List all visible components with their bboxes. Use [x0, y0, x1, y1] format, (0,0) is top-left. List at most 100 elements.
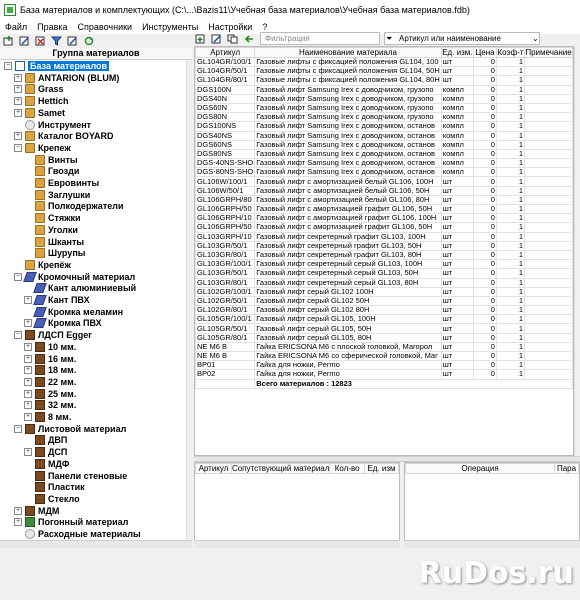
- chevron-down-icon[interactable]: ⌄: [532, 34, 539, 43]
- tree-item[interactable]: Шканты: [24, 236, 84, 248]
- menu-item-3[interactable]: Инструменты: [137, 22, 203, 32]
- operations-panel[interactable]: Операция Пара: [404, 462, 580, 548]
- tree-item[interactable]: − Листовой материал: [14, 423, 126, 435]
- tree-item[interactable]: Кант алюминиевый: [24, 282, 136, 294]
- tree-item[interactable]: +32 мм.: [24, 399, 76, 411]
- table-row[interactable]: GL104GR/100/1 Газовые лифты с фиксацией п…: [195, 56, 573, 68]
- expand-icon[interactable]: +: [14, 73, 22, 82]
- edit-material-icon[interactable]: [210, 33, 224, 45]
- table-row[interactable]: DGS80N Газовый лифт Samsung Irex с доводч…: [195, 112, 573, 123]
- table-row[interactable]: GL103GR/80/1 Газовый лифт секретерный сер…: [195, 277, 573, 288]
- tree-item[interactable]: Уголки: [24, 224, 78, 236]
- tree-item[interactable]: + Grass: [14, 83, 64, 95]
- expand-icon[interactable]: +: [24, 319, 32, 328]
- collapse-icon[interactable]: −: [14, 143, 22, 152]
- column-header[interactable]: Сопутствующий материал: [230, 463, 331, 474]
- table-row[interactable]: GL106GRPH/50 Газовый лифт с амортизацией …: [195, 203, 573, 215]
- table-row[interactable]: NE M6 B Гайка ERICSONA M6 со сферической …: [195, 350, 573, 362]
- expand-icon[interactable]: +: [24, 401, 32, 410]
- menu-item-4[interactable]: Настройки: [203, 22, 257, 32]
- column-header[interactable]: Артикул: [195, 47, 256, 58]
- tree-scrollbar[interactable]: [186, 60, 192, 540]
- tree-item[interactable]: +25 мм.: [24, 388, 76, 400]
- tree-item[interactable]: Стекло: [24, 493, 80, 505]
- table-row[interactable]: GL102GR/80/1 Газовый лифт серый GL102 80Н…: [195, 305, 573, 316]
- related-horizontal-scrollbar[interactable]: [194, 540, 400, 548]
- expand-icon[interactable]: +: [14, 108, 22, 117]
- table-row[interactable]: DGS60N Газовый лифт Samsung Irex с доводч…: [195, 102, 573, 114]
- filter-tree-icon[interactable]: [50, 35, 64, 47]
- column-header[interactable]: Кол-во: [329, 463, 365, 474]
- tree-item[interactable]: Шурупы: [24, 247, 85, 259]
- tree-item[interactable]: + Кромка ПВХ: [24, 317, 102, 329]
- menu-item-5[interactable]: ?: [257, 22, 272, 32]
- expand-icon[interactable]: +: [24, 413, 32, 421]
- table-row[interactable]: GL103GR/100/1 Газовый лифт секретерный се…: [195, 259, 573, 270]
- table-row[interactable]: DGS-40NS-SHO Газовый лифт Samsung Irex с …: [195, 158, 573, 169]
- tree-horizontal-scrollbar[interactable]: [0, 540, 192, 548]
- table-row[interactable]: GL102GR/50/1 Газовый лифт серый GL102 50Н…: [195, 295, 573, 307]
- expand-icon[interactable]: +: [24, 296, 32, 304]
- expand-icon[interactable]: +: [24, 366, 32, 375]
- tree-item[interactable]: +10 мм.: [24, 341, 76, 353]
- tree-item[interactable]: МДФ: [24, 458, 69, 470]
- add-group-icon[interactable]: [2, 35, 16, 47]
- expand-icon[interactable]: +: [14, 132, 22, 141]
- tree-item[interactable]: − Кромочный материал: [14, 271, 135, 283]
- table-row[interactable]: GL105GR/80/1 Газовый лифт серый GL105, 80…: [195, 332, 573, 343]
- tree-item[interactable]: + Samet: [14, 107, 65, 119]
- tree-item[interactable]: Полкодержатели: [24, 200, 123, 212]
- column-header[interactable]: Коэф-т: [495, 47, 526, 58]
- menu-item-2[interactable]: Справочники: [73, 22, 138, 32]
- expand-icon[interactable]: +: [24, 448, 32, 457]
- menu-item-0[interactable]: Файл: [0, 22, 32, 32]
- tree-item[interactable]: + Погонный материал: [14, 516, 128, 528]
- edit-group-icon[interactable]: [18, 35, 32, 47]
- expand-icon[interactable]: +: [24, 354, 32, 363]
- table-row[interactable]: GL105GR/100/1 Газовый лифт серый GL105, 1…: [195, 314, 573, 325]
- tree-item[interactable]: − База материалов: [4, 60, 110, 72]
- filter-mode-select[interactable]: Артикул или наименование: [384, 32, 540, 45]
- related-materials-panel[interactable]: Артикул Сопутствующий материал Кол-во Ед. и…: [194, 462, 400, 548]
- table-row[interactable]: DGS40N Газовый лифт Samsung Irex с доводч…: [195, 93, 573, 104]
- table-row[interactable]: GL103GRPH/10 Газовый лифт секретерный гра…: [195, 231, 573, 242]
- collapse-icon[interactable]: −: [14, 331, 22, 340]
- tree-item[interactable]: + Hettich: [14, 95, 69, 107]
- table-row[interactable]: GL106GRPH/80 Газовый лифт с амортизацией …: [195, 194, 573, 206]
- tree-item[interactable]: +16 мм.: [24, 353, 76, 365]
- expand-icon[interactable]: +: [14, 85, 22, 94]
- material-group-tree[interactable]: − База материалов + ANTARION (BLUM) + Grass + H…: [0, 60, 186, 540]
- table-row[interactable]: NE M6 B Гайка ERICSONA M6 с плоской голов…: [195, 341, 573, 353]
- expand-icon[interactable]: +: [24, 389, 32, 398]
- back-arrow-icon[interactable]: [242, 33, 256, 45]
- table-row[interactable]: GL104GR/50/1 Газовые лифты с фиксацией по…: [195, 66, 573, 77]
- table-row[interactable]: GL103GR/50/1 Газовый лифт секретерный гра…: [195, 240, 573, 251]
- table-row[interactable]: DGS100NS Газовый лифт Samsung Irex с дово…: [195, 121, 573, 132]
- tree-item[interactable]: +22 мм.: [24, 376, 76, 388]
- expand-icon[interactable]: +: [24, 342, 32, 351]
- tree-item[interactable]: Стяжки: [24, 212, 81, 224]
- table-row[interactable]: BP01 Гайка для ножки, Permo шт 0 1: [195, 360, 573, 371]
- table-row[interactable]: GL106W/100/1 Газовый лифт с амортизацией …: [195, 176, 573, 187]
- table-row[interactable]: DGS-80NS-SHO Газовый лифт Samsung Irex с …: [195, 167, 573, 178]
- tree-item[interactable]: + Кант ПВХ: [24, 294, 90, 306]
- table-row[interactable]: DGS60NS Газовый лифт Samsung Irex с довод…: [195, 139, 573, 150]
- table-row[interactable]: DGS100N Газовый лифт Samsung Irex с довод…: [195, 84, 573, 95]
- tree-item[interactable]: Гвозди: [24, 165, 79, 177]
- menu-item-1[interactable]: Правка: [32, 22, 72, 32]
- tree-item[interactable]: Кромка меламин: [24, 306, 123, 318]
- table-row[interactable]: GL106GRPH/10 Газовый лифт с амортизацией …: [195, 213, 573, 224]
- tree-item[interactable]: +8 мм.: [24, 411, 71, 423]
- copy-material-icon[interactable]: [226, 33, 240, 45]
- operations-horizontal-scrollbar[interactable]: [404, 540, 580, 548]
- column-header[interactable]: Ед. изм.: [440, 47, 475, 58]
- edit-item-icon[interactable]: [66, 35, 80, 47]
- tree-item[interactable]: + Каталог BOYARD: [14, 130, 114, 142]
- tree-item[interactable]: Заглушки: [24, 189, 90, 201]
- expand-icon[interactable]: +: [14, 97, 22, 106]
- expand-icon[interactable]: +: [24, 377, 32, 386]
- tree-item[interactable]: Крепёж: [14, 259, 71, 271]
- table-row[interactable]: GL103GR/50/1 Газовый лифт секретерный сер…: [195, 268, 573, 279]
- tree-item[interactable]: − ЛДСП Egger: [14, 329, 92, 341]
- tree-item[interactable]: + ДСП: [24, 446, 67, 458]
